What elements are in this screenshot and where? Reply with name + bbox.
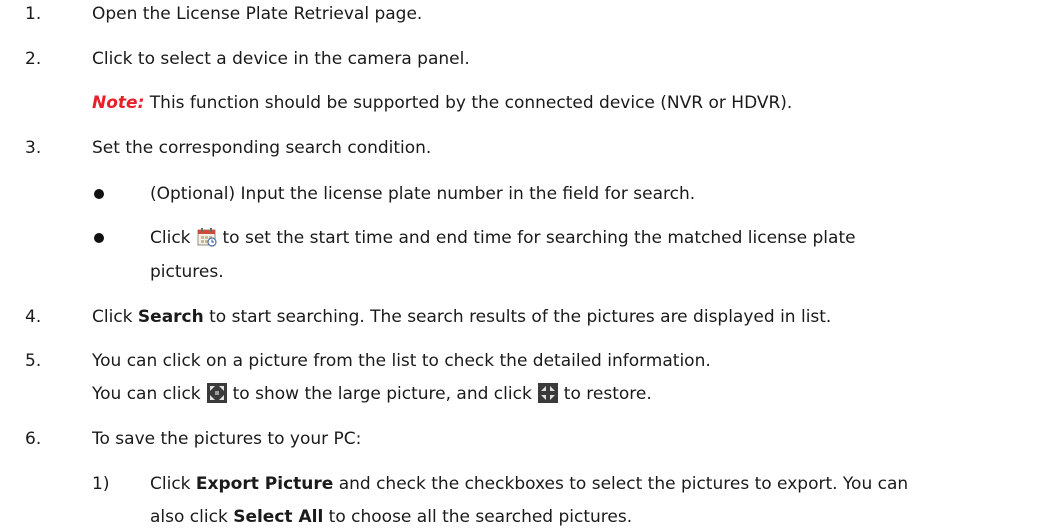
note-text: This function should be supported by the…: [144, 93, 793, 113]
substep-pre: Click: [150, 474, 196, 494]
step-text: To save the pictures to your PC:: [92, 429, 362, 449]
bullet-text-pre: Click: [150, 228, 191, 248]
extra-pre: You can click: [92, 384, 201, 404]
bullet-text-continuation: pictures.: [150, 262, 224, 282]
step-number: 2.: [25, 49, 42, 69]
step-number: 4.: [25, 307, 42, 327]
step-text: Set the corresponding search condition.: [92, 138, 432, 158]
substep-text: Click Export Picture and check the check…: [150, 473, 908, 495]
bullet-text: (Optional) Input the license plate numbe…: [150, 184, 696, 204]
bullet-dot: [94, 189, 104, 199]
substep-line2-post: to choose all the searched pictures.: [323, 507, 633, 527]
instruction-document: 1. Open the License Plate Retrieval page…: [0, 0, 1059, 530]
restore-icon: [537, 383, 558, 409]
substep-text-continuation: also click Select All to choose all the …: [150, 506, 632, 528]
export-picture-term: Export Picture: [195, 474, 334, 494]
select-all-term: Select All: [233, 507, 324, 527]
step-text: You can click on a picture from the list…: [92, 351, 711, 371]
step-text-extra: You can click to show the large picture,…: [92, 383, 652, 409]
step-number: 5.: [25, 351, 42, 371]
note-label: Note:: [92, 93, 145, 113]
step-number: 6.: [25, 429, 42, 449]
extra-post: to restore.: [563, 384, 652, 404]
search-term: Search: [137, 307, 204, 327]
bullet-text: Click to set the start time and end time…: [150, 227, 856, 253]
step-text: Click to select a device in the camera p…: [92, 49, 470, 69]
note: Note: This function should be supported …: [92, 92, 792, 114]
step-number: 3.: [25, 138, 42, 158]
step-number: 1.: [25, 4, 42, 24]
step-text: Open the License Plate Retrieval page.: [92, 4, 423, 24]
substep-mid: and check the checkboxes to select the p…: [333, 474, 909, 494]
fullscreen-icon: [206, 383, 227, 409]
substep-line2-pre: also click: [150, 507, 234, 527]
bullet-dot: [94, 233, 104, 243]
substep-number: 1): [92, 474, 110, 494]
step-text: Click Search to start searching. The sea…: [92, 306, 831, 328]
extra-mid: to show the large picture, and click: [232, 384, 532, 404]
step-text-post: to start searching. The search results o…: [203, 307, 832, 327]
bullet-text-post: to set the start time and end time for s…: [222, 228, 856, 248]
calendar-icon: [197, 227, 217, 253]
step-text-pre: Click: [92, 307, 138, 327]
